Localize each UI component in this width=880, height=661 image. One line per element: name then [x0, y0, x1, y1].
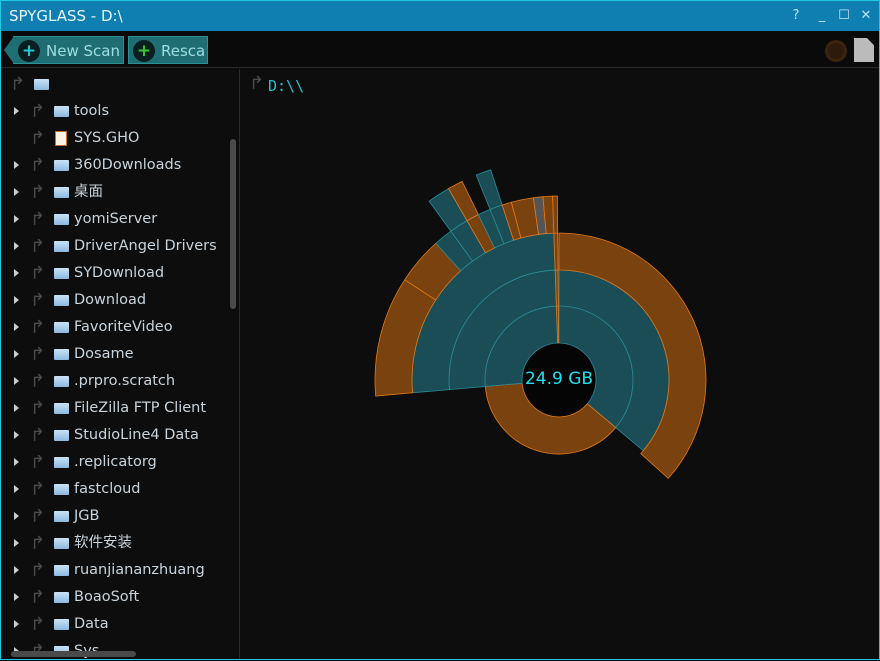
sunburst-chart: [1, 1, 707, 479]
total-size-label: 24.9 GB: [524, 369, 594, 389]
app-window: SPYGLASS - D:\ ? _ ☐ ✕ + New Scan + Resc…: [0, 0, 880, 660]
sunburst-segment[interactable]: [475, 169, 503, 210]
sunburst-segment[interactable]: [552, 195, 559, 234]
